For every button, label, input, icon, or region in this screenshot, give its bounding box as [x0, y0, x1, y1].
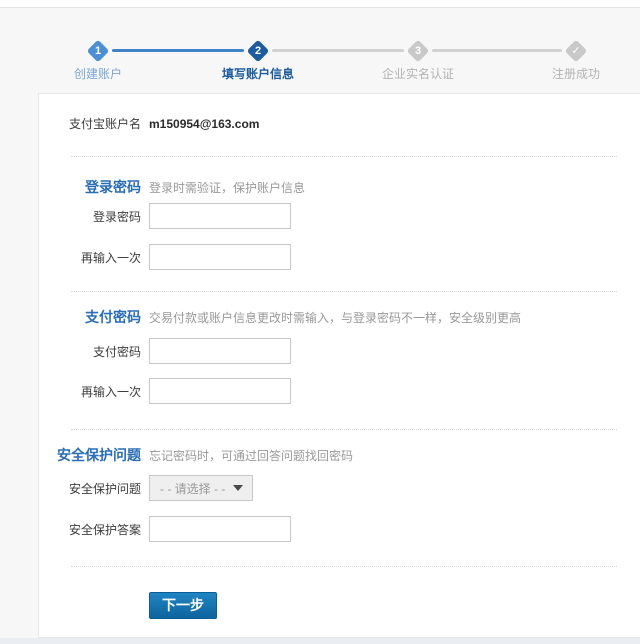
payment-password-row: 支付密码 — [39, 338, 640, 364]
check-icon: ✓ — [568, 43, 584, 59]
form-actions: 下一步 — [149, 592, 640, 619]
section-payment-password-header: 支付密码 交易付款或账户信息更改时需输入，与登录密码不一样，安全级别更高 — [39, 307, 640, 327]
select-placeholder: - - 请选择 - - — [150, 480, 233, 497]
security-question-label: 安全保护问题 — [39, 480, 141, 497]
step-2-marker: 2 — [247, 40, 270, 63]
alipay-account-row: 支付宝账户名 m150954@163.com — [39, 115, 640, 132]
section-description: 忘记密码时，可通过回答问题找回密码 — [149, 447, 353, 464]
section-login-password-header: 登录密码 登录时需验证，保护账户信息 — [39, 177, 640, 197]
login-password-confirm-row: 再输入一次 — [39, 244, 640, 270]
payment-password-confirm-row: 再输入一次 — [39, 378, 640, 404]
step-number: 1 — [90, 43, 106, 59]
step-connector-1-2 — [112, 49, 244, 52]
divider — [71, 156, 617, 157]
payment-password-input[interactable] — [149, 338, 291, 364]
login-password-row: 登录密码 — [39, 203, 640, 229]
divider — [71, 291, 617, 292]
step-connector-2-3 — [272, 49, 404, 52]
login-password-confirm-label: 再输入一次 — [39, 249, 141, 266]
account-name-value: m150954@163.com — [149, 117, 259, 131]
step-connector-3-4 — [432, 49, 562, 52]
step-number: 2 — [250, 43, 266, 59]
section-title: 安全保护问题 — [39, 445, 141, 465]
step-4-marker: ✓ — [565, 40, 588, 63]
login-password-label: 登录密码 — [39, 208, 141, 225]
account-info-form-panel: 支付宝账户名 m150954@163.com 登录密码 登录时需验证，保护账户信… — [38, 93, 640, 638]
section-description: 交易付款或账户信息更改时需输入，与登录密码不一样，安全级别更高 — [149, 309, 521, 326]
step-3-label: 企业实名认证 — [358, 65, 478, 82]
dropdown-arrow-icon — [233, 485, 243, 491]
section-description: 登录时需验证，保护账户信息 — [149, 179, 305, 196]
security-answer-label: 安全保护答案 — [39, 521, 141, 538]
bottom-footer-strip — [0, 638, 640, 644]
login-password-confirm-input[interactable] — [149, 244, 291, 270]
step-number: 3 — [410, 43, 426, 59]
top-header-strip — [0, 0, 640, 8]
divider — [71, 566, 617, 567]
section-title: 登录密码 — [39, 177, 141, 197]
payment-password-label: 支付密码 — [39, 343, 141, 360]
section-title: 支付密码 — [39, 307, 141, 327]
step-3-marker: 3 — [407, 40, 430, 63]
account-name-label: 支付宝账户名 — [39, 115, 141, 132]
next-step-button[interactable]: 下一步 — [149, 592, 217, 619]
step-1-marker: 1 — [87, 40, 110, 63]
security-answer-input[interactable] — [149, 516, 291, 542]
security-answer-row: 安全保护答案 — [39, 516, 640, 542]
step-4-label: 注册成功 — [516, 65, 636, 82]
security-question-select[interactable]: - - 请选择 - - — [149, 475, 253, 501]
payment-password-confirm-input[interactable] — [149, 378, 291, 404]
security-question-row: 安全保护问题 - - 请选择 - - — [39, 475, 640, 501]
registration-step-wizard: 1 创建账户 2 填写账户信息 3 企业实名认证 ✓ 注册成功 — [0, 9, 640, 93]
step-1-label: 创建账户 — [38, 65, 158, 82]
login-password-input[interactable] — [149, 203, 291, 229]
section-security-question-header: 安全保护问题 忘记密码时，可通过回答问题找回密码 — [39, 445, 640, 465]
step-2-label: 填写账户信息 — [198, 65, 318, 82]
payment-password-confirm-label: 再输入一次 — [39, 383, 141, 400]
divider — [71, 429, 617, 430]
